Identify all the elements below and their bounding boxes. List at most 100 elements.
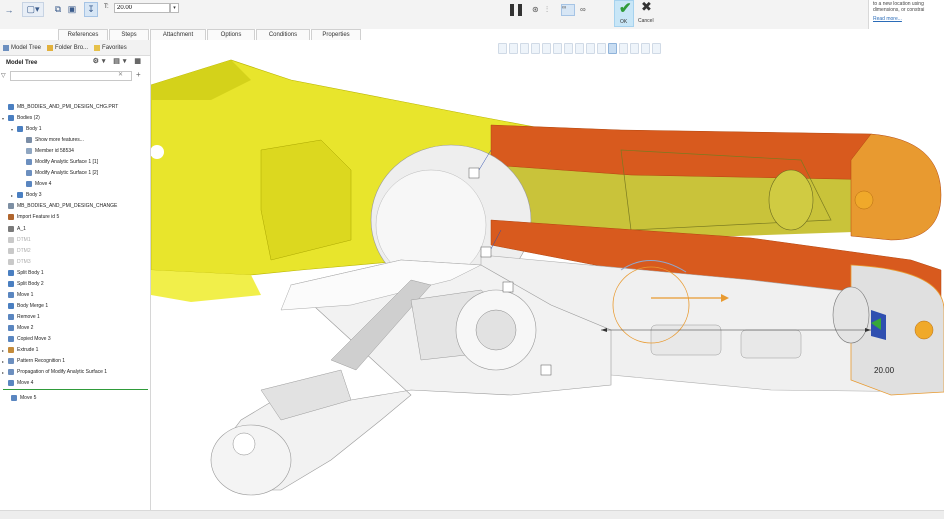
preview-icon[interactable]: ⊛: [532, 5, 539, 14]
tree-node-label: Split Body 1: [17, 270, 44, 276]
tree-node[interactable]: Body Merge 1: [2, 301, 48, 311]
ribbon: → ▢▾ ⧉ ▣ ↧ T: ▾ ⊛ ⫶ ∞ ∞ ✔ OK ✖ Cancel to…: [0, 0, 944, 29]
add-filter-icon[interactable]: +: [136, 70, 141, 79]
feature-icon: [8, 259, 14, 265]
tab-references[interactable]: References: [58, 29, 108, 40]
tab-model-tree[interactable]: Model Tree: [0, 40, 44, 56]
close-icon: ✖: [641, 0, 652, 14]
ok-button[interactable]: ✔ OK: [614, 0, 634, 27]
tree-node[interactable]: ▸ Propagation of Modify Analytic Surface …: [2, 367, 107, 377]
tree-node[interactable]: Modify Analytic Surface 1 [1]: [20, 157, 98, 167]
tree-node[interactable]: ▸ Body 3: [11, 190, 42, 200]
tree-node[interactable]: ▸ Extrude 1: [2, 345, 38, 355]
tree-node-label: Extrude 1: [17, 347, 39, 353]
glasses-icon[interactable]: ∞: [580, 5, 586, 14]
tab-favorites[interactable]: Favorites: [91, 40, 130, 56]
feature-icon: [8, 104, 14, 110]
expand-icon[interactable]: ▸: [2, 359, 7, 364]
tree-node[interactable]: Move 4: [2, 378, 33, 388]
feature-icon: [8, 292, 14, 298]
tab-options[interactable]: Options: [207, 29, 255, 40]
tab-folder-browser[interactable]: Folder Bro...: [44, 40, 91, 56]
lower-pin: [832, 286, 870, 344]
tree-node[interactable]: A_1: [2, 224, 26, 234]
upper-link-end: [850, 133, 942, 241]
tree-node-label: Move 4: [35, 181, 52, 187]
expand-icon[interactable]: ▾: [2, 116, 7, 121]
expand-icon[interactable]: ▸: [2, 348, 7, 353]
datum-tag-4: [540, 364, 552, 376]
copy-icon[interactable]: ⧉: [52, 2, 64, 17]
tree-node[interactable]: Split Body 1: [2, 268, 44, 278]
tree-node[interactable]: Import Feature id 5: [2, 212, 59, 222]
cad-model[interactable]: [151, 40, 944, 510]
panel-tabs: Model Tree Folder Bro... Favorites: [0, 40, 150, 56]
feature-icon: [8, 270, 14, 276]
glasses-active-icon[interactable]: ∞: [561, 4, 575, 16]
tree-node[interactable]: Modify Analytic Surface 1 [2]: [20, 168, 98, 178]
tree-node-insert[interactable]: Move 5: [11, 393, 36, 403]
tree-node-label: Move 5: [20, 395, 37, 401]
tree-node[interactable]: Member id 58534: [20, 146, 74, 156]
feature-icon: [8, 369, 14, 375]
tree-node[interactable]: Show more features...: [20, 135, 84, 145]
tree-node[interactable]: MB_BODIES_AND_PMI_DESIGN_CHG.PRT: [2, 102, 118, 112]
tree-node[interactable]: Move 4: [20, 179, 51, 189]
graphics-viewport[interactable]: 20.00: [151, 40, 944, 510]
tab-steps[interactable]: Steps: [109, 29, 149, 40]
insert-here-marker[interactable]: [3, 389, 148, 390]
tree-node[interactable]: Move 2: [2, 323, 33, 333]
cancel-button[interactable]: ✖ Cancel: [636, 0, 658, 27]
feature-icon: [26, 159, 32, 165]
tree-node-label: Pattern Recognition 1: [17, 358, 66, 364]
tree-node[interactable]: DTM1: [2, 235, 31, 245]
white-arm-bore: [475, 309, 517, 351]
tree-node[interactable]: MB_BODIES_AND_PMI_DESIGN_CHANGE: [2, 201, 117, 211]
distance-input[interactable]: [114, 3, 170, 13]
star-icon: [94, 44, 101, 51]
model-tree-title: Model Tree: [6, 59, 38, 66]
tree-node[interactable]: ▸ Pattern Recognition 1: [2, 356, 65, 366]
pause-button[interactable]: [510, 4, 522, 16]
tab-conditions[interactable]: Conditions: [256, 29, 310, 40]
tree-node-label: DTM3: [17, 259, 31, 265]
upper-pin: [768, 169, 814, 231]
tree-node[interactable]: ▾ Bodies (2): [2, 113, 40, 123]
checkmark-icon: ✔: [619, 0, 632, 17]
tree-settings-icon[interactable]: ⚙▾ ▤▾ ▦: [93, 57, 144, 65]
tree-node[interactable]: Move 1: [2, 290, 33, 300]
body-icon[interactable]: ▣: [66, 2, 78, 17]
tree-node-label: Modify Analytic Surface 1 [2]: [35, 170, 99, 176]
model-tree-header: Model Tree ⚙▾ ▤▾ ▦: [0, 56, 150, 69]
tree-node[interactable]: ▾ Body 1: [11, 124, 42, 134]
expand-icon[interactable]: ▸: [11, 193, 16, 198]
distance-dimension-label[interactable]: 20.00: [874, 366, 894, 375]
move-type-dropdown[interactable]: ▢▾: [22, 2, 44, 17]
feature-icon: [8, 281, 14, 287]
tree-search-input[interactable]: [10, 71, 132, 81]
tree-node-label: Move 1: [17, 292, 34, 298]
tree-node[interactable]: Split Body 2: [2, 279, 44, 289]
read-more-link[interactable]: Read more...: [873, 16, 940, 22]
verify-icon[interactable]: ⫶: [546, 5, 548, 15]
tree-filter: ▽ ✕ +: [0, 69, 150, 83]
tree-node[interactable]: DTM2: [2, 246, 31, 256]
feature-icon: [8, 214, 14, 220]
distance-dropdown[interactable]: ▾: [170, 3, 179, 13]
expand-icon[interactable]: ▸: [2, 370, 7, 375]
tree-node[interactable]: Copied Move 3: [2, 334, 51, 344]
tree-node[interactable]: DTM3: [2, 257, 31, 267]
feature-icon: [8, 203, 14, 209]
tab-properties[interactable]: Properties: [311, 29, 361, 40]
expand-icon[interactable]: ▾: [11, 127, 16, 132]
clear-filter-icon[interactable]: ✕: [118, 71, 123, 78]
feature-icon: [26, 137, 32, 143]
feature-icon: [26, 170, 32, 176]
tree-node-label: MB_BODIES_AND_PMI_DESIGN_CHG.PRT: [17, 104, 119, 110]
tab-attachment[interactable]: Attachment: [150, 29, 206, 40]
tree-node[interactable]: Remove 1: [2, 312, 40, 322]
feature-icon: [8, 325, 14, 331]
feature-icon: [26, 148, 32, 154]
move-icon[interactable]: →: [0, 2, 18, 17]
dimension-icon[interactable]: ↧: [84, 2, 98, 17]
